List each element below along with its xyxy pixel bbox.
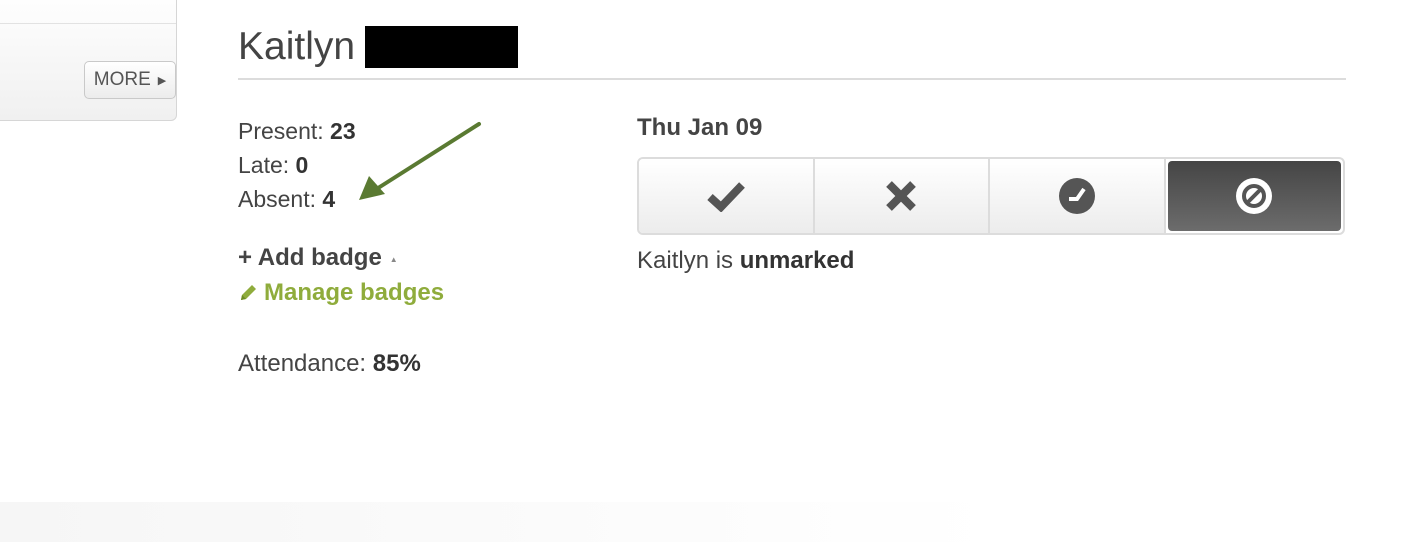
attendance-value: 85%	[372, 350, 421, 377]
mark-present-button[interactable]	[639, 159, 815, 233]
student-first-name: Kaitlyn	[238, 25, 356, 68]
late-value: 0	[295, 152, 309, 178]
bottom-shadow	[0, 502, 1000, 542]
attendance-mark-buttons	[637, 157, 1345, 235]
date-label: Thu Jan 09	[637, 114, 763, 141]
status-prefix: Kaitlyn is	[637, 247, 734, 274]
manage-badges-label: Manage badges	[264, 279, 445, 306]
present-value: 23	[330, 118, 356, 144]
late-stat: Late: 0	[238, 148, 356, 182]
pencil-icon	[241, 285, 256, 300]
late-label: Late:	[238, 152, 290, 178]
attendance-stats: Present: 23 Late: 0 Absent: 4	[238, 114, 356, 216]
present-label: Present:	[238, 118, 324, 144]
absent-label: Absent:	[238, 186, 316, 212]
mark-absent-button[interactable]	[814, 159, 990, 233]
redacted-last-name	[365, 26, 519, 68]
add-badge-button[interactable]: + Add badge ▲	[238, 244, 398, 272]
more-button[interactable]: MORE ▶	[84, 61, 176, 99]
present-stat: Present: 23	[238, 114, 356, 148]
attendance-percentage: Attendance: 85%	[238, 350, 421, 378]
annotation-arrow-icon	[359, 122, 481, 200]
caret-right-icon: ▶	[157, 74, 167, 87]
absent-value: 4	[322, 186, 336, 212]
mark-status-text: Kaitlyn is unmarked	[637, 247, 854, 275]
absent-stat: Absent: 4	[238, 182, 356, 216]
header-divider	[238, 78, 1346, 80]
add-badge-label: + Add badge	[238, 244, 382, 271]
mark-late-button[interactable]	[990, 159, 1166, 233]
attendance-label: Attendance:	[238, 350, 367, 377]
caret-up-icon: ▲	[389, 254, 398, 264]
more-button-label: MORE	[93, 69, 151, 90]
unmarked-icon	[1236, 178, 1273, 214]
status-value: unmarked	[739, 247, 855, 274]
student-name-heading: Kaitlyn	[238, 22, 519, 72]
mark-unmarked-button[interactable]	[1167, 161, 1341, 231]
checkmark-icon	[707, 182, 745, 212]
clock-icon	[1058, 178, 1095, 214]
manage-badges-link[interactable]: Manage badges	[238, 279, 444, 307]
panel-divider	[0, 23, 176, 24]
x-icon	[886, 181, 917, 211]
